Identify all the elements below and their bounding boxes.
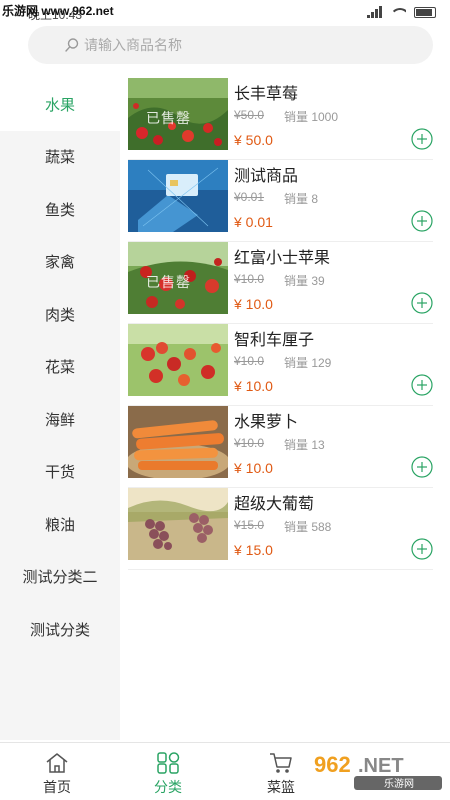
original-price: ¥0.01 — [234, 190, 265, 204]
category-item-cauliflower[interactable]: 花菜 — [0, 341, 120, 394]
product-name: 测试商品 — [234, 168, 299, 185]
current-price: ¥ 10.0 — [234, 378, 273, 394]
product-name: 长丰草莓 — [234, 86, 299, 103]
sales-count: 销量 13 — [284, 438, 325, 452]
sales-count: 销量 39 — [284, 274, 325, 288]
add-to-cart-icon[interactable] — [411, 210, 433, 232]
search-placeholder: 请输入商品名称 — [84, 37, 182, 53]
add-to-cart-icon[interactable] — [411, 292, 433, 314]
sales-count: 销量 1000 — [284, 110, 339, 124]
product-list: 已售罄 长丰草莓 ¥50.0 销量 1000 ¥ 50.0 测试商品 ¥0.01… — [128, 78, 433, 570]
add-to-cart-icon[interactable] — [411, 374, 433, 396]
product-item[interactable]: 已售罄 长丰草莓 ¥50.0 销量 1000 ¥ 50.0 — [128, 78, 433, 160]
status-icons — [367, 6, 436, 18]
original-price: ¥10.0 — [234, 272, 265, 286]
category-item-grain-oil[interactable]: 粮油 — [0, 498, 120, 551]
sales-count: 销量 129 — [284, 356, 332, 370]
category-item-dry-goods[interactable]: 干货 — [0, 446, 120, 499]
tab-category-label: 分类 — [154, 779, 182, 795]
product-item[interactable]: 水果萝卜 ¥10.0 销量 13 ¥ 10.0 — [128, 406, 433, 488]
home-icon — [46, 753, 68, 773]
product-name: 智利车厘子 — [234, 332, 315, 349]
watermark-text: 乐游网 www.962.net — [2, 4, 114, 18]
category-item-vegetables[interactable]: 蔬菜 — [0, 131, 120, 184]
current-price: ¥ 10.0 — [234, 296, 273, 312]
original-price: ¥10.0 — [234, 436, 265, 450]
category-item-poultry[interactable]: 家禽 — [0, 236, 120, 289]
category-item-seafood[interactable]: 海鲜 — [0, 393, 120, 446]
product-name: 水果萝卜 — [234, 414, 299, 431]
tab-home-label: 首页 — [43, 779, 71, 795]
status-bar: 晚上10:43 乐游网 www.962.net — [0, 0, 450, 22]
add-to-cart-icon[interactable] — [411, 128, 433, 150]
current-price: ¥ 50.0 — [234, 132, 273, 148]
battery-icon — [414, 6, 436, 18]
category-item-test[interactable]: 测试分类 — [0, 603, 120, 656]
sold-out-label: 已售罄 — [146, 274, 191, 290]
original-price: ¥10.0 — [234, 354, 265, 368]
product-item[interactable]: 超级大葡萄 ¥15.0 销量 588 ¥ 15.0 — [128, 488, 433, 570]
product-image-cherries — [128, 324, 228, 396]
add-to-cart-icon[interactable] — [411, 538, 433, 560]
sold-out-label: 已售罄 — [146, 110, 191, 126]
product-image-grapes — [128, 488, 228, 560]
product-name: 红富小士苹果 — [234, 250, 331, 267]
current-price: ¥ 0.01 — [234, 214, 273, 230]
signal-icon — [367, 6, 382, 18]
svg-text:.NET: .NET — [358, 755, 404, 777]
product-name: 超级大葡萄 — [234, 496, 315, 513]
watermark-logo: 962 .NET 乐游网 — [306, 746, 446, 792]
category-item-fish[interactable]: 鱼类 — [0, 183, 120, 236]
category-item-test-two[interactable]: 测试分类二 — [0, 551, 120, 604]
category-item-meat[interactable]: 肉类 — [0, 288, 120, 341]
cart-icon — [270, 753, 292, 773]
sales-count: 销量 588 — [284, 520, 332, 534]
search-input[interactable]: 请输入商品名称 — [28, 26, 433, 64]
tab-home[interactable]: 首页 — [17, 743, 97, 800]
tab-category[interactable]: 分类 — [128, 743, 208, 800]
original-price: ¥50.0 — [234, 108, 265, 122]
tab-cart-label: 菜篮 — [267, 779, 295, 795]
search-icon — [65, 38, 79, 52]
sales-count: 销量 8 — [284, 192, 319, 206]
product-item[interactable]: 测试商品 ¥0.01 销量 8 ¥ 0.01 — [128, 160, 433, 242]
original-price: ¥15.0 — [234, 518, 265, 532]
svg-text:962: 962 — [314, 752, 351, 777]
product-image-card-hand — [128, 160, 228, 232]
current-price: ¥ 15.0 — [234, 542, 273, 558]
current-price: ¥ 10.0 — [234, 460, 273, 476]
wifi-icon — [390, 6, 406, 18]
add-to-cart-icon[interactable] — [411, 456, 433, 478]
category-icon — [157, 752, 180, 774]
product-item[interactable]: 智利车厘子 ¥10.0 销量 129 ¥ 10.0 — [128, 324, 433, 406]
category-sidebar: 水果 蔬菜 鱼类 家禽 肉类 花菜 海鲜 干货 粮油 测试分类二 测试分类 — [0, 78, 120, 740]
svg-text:乐游网: 乐游网 — [384, 777, 414, 790]
product-item[interactable]: 已售罄 红富小士苹果 ¥10.0 销量 39 ¥ 10.0 — [128, 242, 433, 324]
category-item-fruit[interactable]: 水果 — [0, 78, 120, 131]
product-image-carrots — [128, 406, 228, 478]
